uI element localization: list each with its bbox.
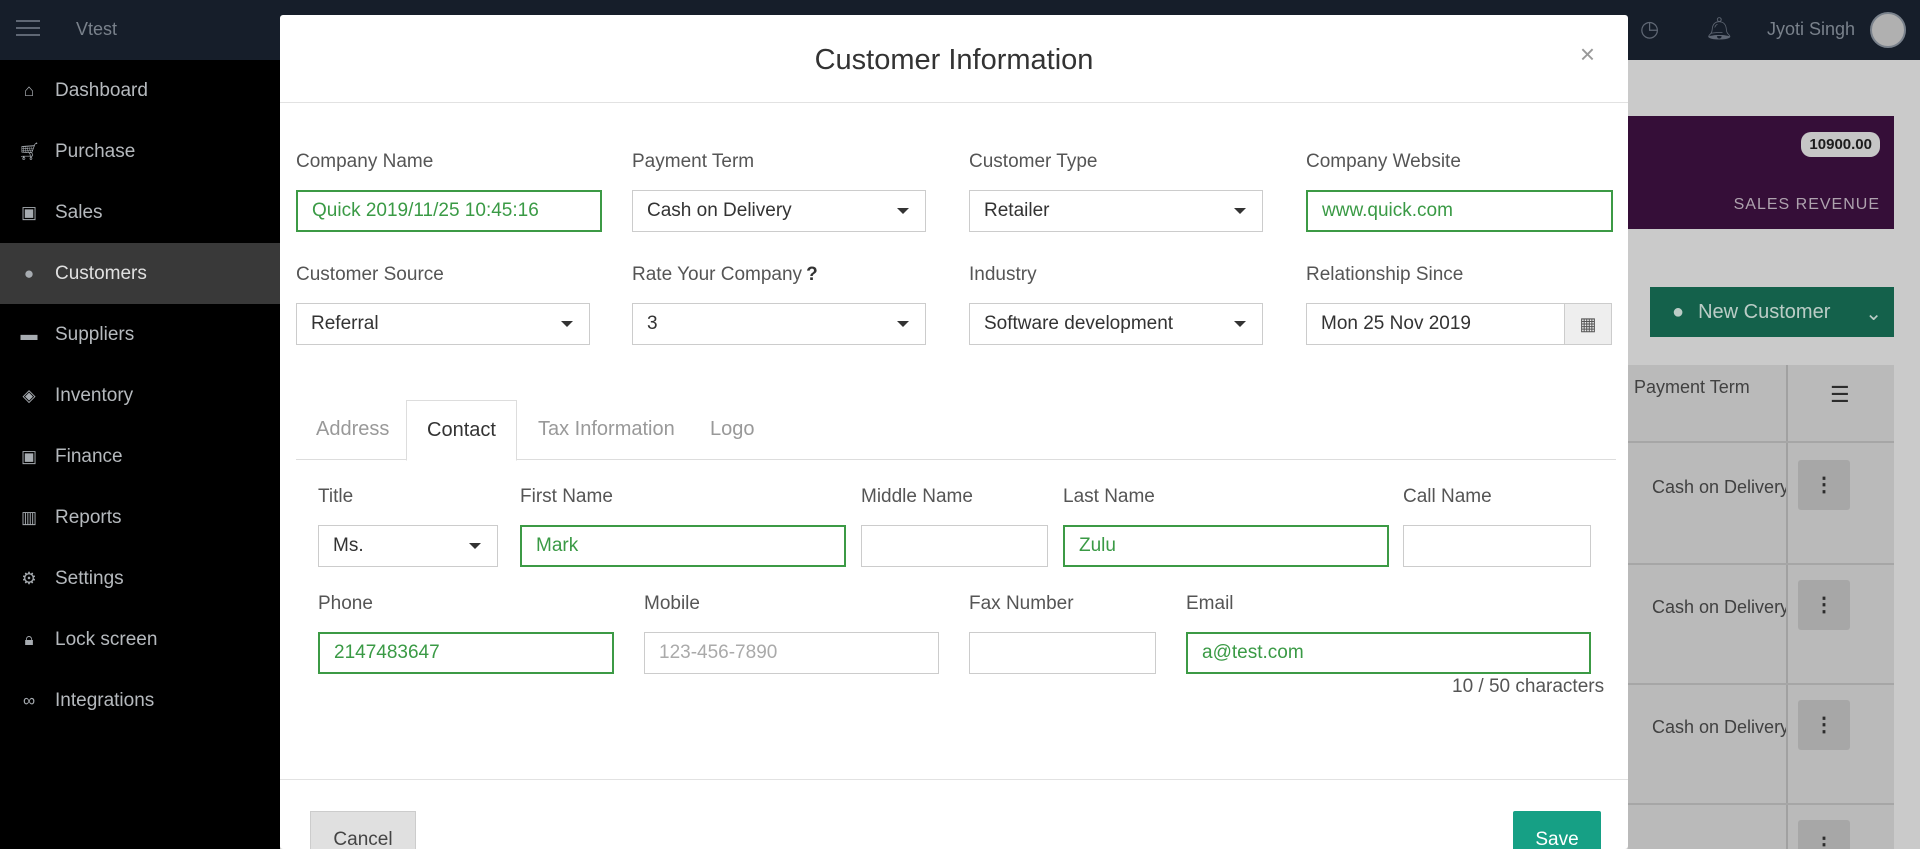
first-name-label: First Name <box>520 486 613 507</box>
phone-input[interactable]: 2147483647 <box>318 632 614 674</box>
customer-source-label: Customer Source <box>296 264 444 285</box>
call-name-input[interactable] <box>1403 525 1591 567</box>
phone-label: Phone <box>318 593 373 614</box>
rate-company-select[interactable]: 3 <box>632 303 926 345</box>
cancel-button[interactable]: Cancel <box>310 811 416 849</box>
email-char-counter: 10 / 50 characters <box>1452 676 1605 697</box>
title-label: Title <box>318 486 354 507</box>
first-name-input[interactable]: Mark <box>520 525 846 567</box>
title-select[interactable]: Ms. <box>318 525 498 567</box>
save-button[interactable]: Save <box>1513 811 1601 849</box>
industry-select[interactable]: Software development <box>969 303 1263 345</box>
calendar-icon[interactable]: ▦ <box>1564 303 1612 345</box>
help-icon[interactable]: ? <box>806 264 818 285</box>
customer-information-modal: Customer Information × Company Name Quic… <box>280 15 1628 849</box>
tab-contact[interactable]: Contact <box>406 400 517 461</box>
relationship-since-input[interactable]: Mon 25 Nov 2019 <box>1306 303 1565 345</box>
industry-label: Industry <box>969 264 1037 285</box>
modal-footer-divider <box>280 779 1628 780</box>
rate-company-label-text: Rate Your Company <box>632 264 803 285</box>
call-name-label: Call Name <box>1403 486 1492 507</box>
modal-header: Customer Information × <box>280 15 1628 103</box>
email-input[interactable]: a@test.com <box>1186 632 1591 674</box>
tab-tax-information[interactable]: Tax Information <box>518 400 695 460</box>
payment-term-select[interactable]: Cash on Delivery <box>632 190 926 232</box>
rate-company-label: Rate Your Company? <box>632 264 818 286</box>
last-name-input[interactable]: Zulu <box>1063 525 1389 567</box>
middle-name-label: Middle Name <box>861 486 973 507</box>
fax-number-label: Fax Number <box>969 593 1074 614</box>
company-name-input[interactable]: Quick 2019/11/25 10:45:16 <box>296 190 602 232</box>
company-name-label: Company Name <box>296 151 434 172</box>
last-name-label: Last Name <box>1063 486 1155 507</box>
mobile-input[interactable]: 123-456-7890 <box>644 632 939 674</box>
email-label: Email <box>1186 593 1234 614</box>
customer-type-select[interactable]: Retailer <box>969 190 1263 232</box>
customer-source-select[interactable]: Referral <box>296 303 590 345</box>
tab-logo[interactable]: Logo <box>690 400 775 460</box>
company-website-input[interactable]: www.quick.com <box>1306 190 1613 232</box>
customer-type-label: Customer Type <box>969 151 1098 172</box>
modal-title: Customer Information <box>814 44 1094 76</box>
company-website-label: Company Website <box>1306 151 1461 172</box>
payment-term-label: Payment Term <box>632 151 755 172</box>
mobile-label: Mobile <box>644 593 700 614</box>
tab-address[interactable]: Address <box>296 400 410 460</box>
customer-tabs: Address Contact Tax Information Logo <box>296 400 1616 461</box>
middle-name-input[interactable] <box>861 525 1048 567</box>
close-icon[interactable]: × <box>1580 39 1595 70</box>
relationship-since-label: Relationship Since <box>1306 264 1464 285</box>
fax-number-input[interactable] <box>969 632 1156 674</box>
